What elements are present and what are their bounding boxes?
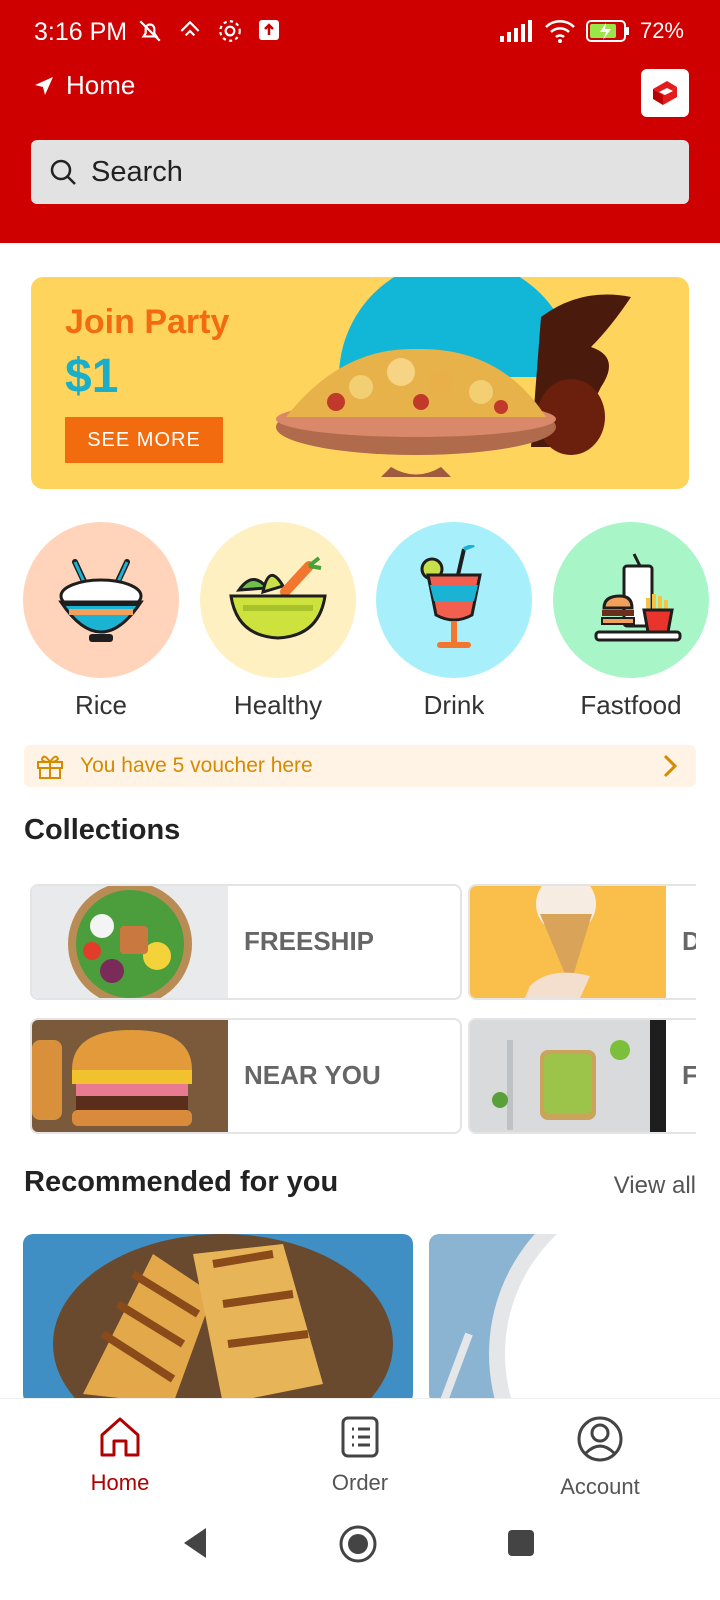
banner-food-illustration bbox=[276, 277, 631, 477]
nav-account-label: Account bbox=[560, 1474, 640, 1499]
category-fastfood[interactable]: Fastfood bbox=[553, 522, 709, 721]
nav-order-label: Order bbox=[331, 1470, 389, 1495]
search-bar[interactable]: Search bbox=[31, 140, 689, 204]
brand-logo-icon bbox=[653, 81, 677, 105]
fastfood-combo-icon bbox=[594, 553, 682, 642]
settings-icon bbox=[219, 20, 241, 42]
battery-icon bbox=[585, 20, 629, 42]
collection-card-near-you[interactable]: NEAR YOU bbox=[30, 1018, 462, 1134]
category-label: Rice bbox=[74, 690, 127, 720]
app-header: 3:16 PM 72% Home Search bbox=[0, 0, 720, 243]
chevron-right-icon bbox=[663, 754, 678, 778]
category-drink-badge bbox=[376, 522, 532, 678]
nav-order[interactable]: Order bbox=[280, 1415, 440, 1496]
see-more-button[interactable]: SEE MORE bbox=[65, 417, 223, 463]
category-healthy[interactable]: Healthy bbox=[200, 522, 356, 721]
category-label: Fastfood bbox=[580, 690, 682, 720]
cocktail-glass-icon bbox=[420, 545, 482, 648]
burger-photo bbox=[32, 1020, 228, 1132]
home-circle-icon[interactable] bbox=[338, 1524, 378, 1564]
wifi-icon bbox=[545, 20, 575, 43]
collection-card-d[interactable]: D bbox=[468, 884, 696, 1000]
collection-label: NEAR YOU bbox=[244, 1060, 381, 1090]
plate-photo bbox=[429, 1234, 696, 1398]
view-all-link[interactable]: View all bbox=[614, 1172, 696, 1200]
recommended-carousel[interactable] bbox=[0, 1234, 696, 1398]
collection-card-freeship[interactable]: FREESHIP bbox=[30, 884, 462, 1000]
promo-banner[interactable]: Join Party $1 SEE MORE bbox=[31, 277, 689, 489]
back-icon[interactable] bbox=[180, 1526, 210, 1560]
search-icon bbox=[50, 159, 76, 185]
system-navigation-bar bbox=[0, 1510, 720, 1600]
salad-bowl-photo bbox=[32, 886, 228, 998]
sync-icon bbox=[180, 20, 200, 37]
location-label: Home bbox=[66, 70, 136, 100]
navigation-arrow-icon bbox=[35, 76, 53, 95]
mute-icon bbox=[139, 20, 161, 42]
recommended-card[interactable] bbox=[23, 1234, 413, 1398]
nav-home[interactable]: Home bbox=[40, 1415, 200, 1496]
nav-account[interactable]: Account bbox=[520, 1415, 680, 1500]
voucher-text: You have 5 voucher here bbox=[80, 754, 313, 777]
search-placeholder: Search bbox=[91, 155, 183, 188]
account-icon bbox=[577, 1416, 623, 1462]
collection-card-f[interactable]: F bbox=[468, 1018, 696, 1134]
collection-label: FREESHIP bbox=[244, 926, 375, 956]
recommended-card[interactable] bbox=[429, 1234, 696, 1398]
collections-title: Collections bbox=[24, 814, 181, 846]
collection-label: D bbox=[682, 926, 696, 957]
bottom-navigation: Home Order Account bbox=[0, 1398, 720, 1506]
recents-icon[interactable] bbox=[506, 1528, 536, 1558]
grilled-sandwich-photo bbox=[23, 1234, 413, 1398]
recommended-title: Recommended for you bbox=[24, 1166, 339, 1198]
collection-label: F bbox=[682, 1060, 696, 1091]
banner-price: $1 bbox=[65, 350, 119, 403]
salad-bowl-icon bbox=[229, 556, 327, 640]
battery-level: 72% bbox=[639, 18, 684, 43]
avocado-toast-photo bbox=[470, 1020, 666, 1132]
ice-cream-photo bbox=[470, 886, 666, 998]
status-bar: 3:16 PM 72% bbox=[0, 0, 720, 66]
collections-grid: FREESHIP D NEAR YOU bbox=[0, 880, 696, 1140]
gift-icon bbox=[37, 755, 63, 779]
app-logo-button[interactable] bbox=[641, 69, 689, 117]
voucher-banner[interactable]: You have 5 voucher here bbox=[24, 745, 696, 787]
status-system-icons: 72% bbox=[499, 18, 684, 44]
upload-icon bbox=[259, 20, 279, 40]
rice-bowl-icon bbox=[58, 559, 144, 642]
nav-home-label: Home bbox=[90, 1470, 150, 1495]
banner-title: Join Party bbox=[65, 303, 230, 341]
category-drink[interactable]: Drink bbox=[376, 522, 532, 721]
category-rice[interactable]: Rice bbox=[23, 522, 179, 721]
category-healthy-badge bbox=[200, 522, 356, 678]
status-notification-icons bbox=[137, 18, 281, 44]
signal-icon bbox=[499, 20, 532, 42]
category-fastfood-badge bbox=[553, 522, 709, 678]
category-carousel[interactable]: Rice Healthy Drink Fastfood bbox=[0, 522, 720, 732]
category-label: Drink bbox=[423, 690, 485, 720]
status-time: 3:16 PM bbox=[34, 18, 128, 46]
home-icon bbox=[100, 1417, 140, 1457]
order-list-icon bbox=[341, 1416, 379, 1458]
category-rice-badge bbox=[23, 522, 179, 678]
category-label: Healthy bbox=[233, 690, 323, 720]
location-selector[interactable]: Home bbox=[34, 70, 135, 101]
